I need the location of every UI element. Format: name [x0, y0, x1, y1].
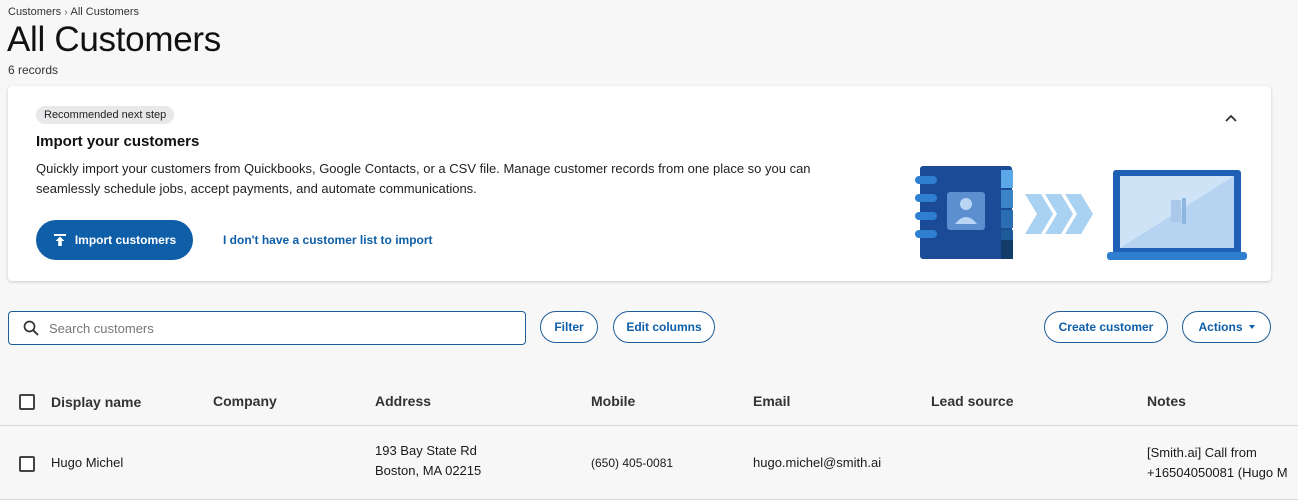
import-recommendation-card: Recommended next step Import your custom… [8, 86, 1271, 281]
card-title: Import your customers [36, 133, 200, 150]
notes-line-2: +16504050081 (Hugo M [1147, 465, 1288, 480]
customers-table: Display name Company Address Mobile Emai… [0, 376, 1298, 500]
caret-down-icon [1248, 325, 1255, 329]
cell-address: 193 Bay State Rd Boston, MA 02215 [375, 441, 481, 481]
collapse-button[interactable] [1221, 108, 1241, 128]
column-header-mobile[interactable]: Mobile [591, 393, 635, 409]
cell-notes: [Smith.ai] Call from +16504050081 (Hugo … [1147, 443, 1298, 483]
address-line-2: Boston, MA 02215 [375, 463, 482, 478]
chevron-up-icon [1225, 114, 1237, 122]
filter-button[interactable]: Filter [540, 311, 598, 343]
column-header-notes[interactable]: Notes [1147, 393, 1186, 409]
recommended-chip: Recommended next step [36, 106, 175, 124]
cell-display-name: Hugo Michel [51, 455, 124, 470]
search-icon [23, 320, 39, 336]
table-row[interactable]: Hugo Michel 193 Bay State Rd Boston, MA … [0, 426, 1298, 500]
import-illustration [915, 166, 1247, 260]
edit-columns-button[interactable]: Edit columns [613, 311, 715, 343]
cell-email: hugo.michel@smith.ai [753, 455, 882, 470]
search-input[interactable] [49, 320, 489, 336]
column-header-company[interactable]: Company [213, 393, 277, 409]
page-title: All Customers [7, 20, 221, 59]
column-header-address[interactable]: Address [375, 393, 431, 409]
breadcrumb: Customers › All Customers [8, 6, 139, 18]
notes-line-1: [Smith.ai] Call from [1147, 445, 1257, 460]
cell-mobile: (650) 405-0081 [591, 456, 674, 470]
column-header-display-name[interactable]: Display name [51, 394, 141, 410]
select-all-checkbox[interactable] [19, 394, 35, 410]
record-count: 6 records [8, 63, 59, 77]
breadcrumb-customers-link[interactable]: Customers [8, 6, 61, 18]
breadcrumb-separator: › [64, 6, 68, 18]
address-line-1: 193 Bay State Rd [375, 443, 477, 458]
no-customer-list-link[interactable]: I don't have a customer list to import [223, 233, 433, 247]
import-customers-label: Import customers [74, 233, 177, 247]
row-checkbox[interactable] [19, 456, 35, 472]
column-header-lead-source[interactable]: Lead source [931, 393, 1013, 409]
import-customers-button[interactable]: Import customers [36, 220, 193, 260]
upload-icon [53, 234, 66, 246]
actions-label: Actions [1198, 320, 1243, 334]
table-header: Display name Company Address Mobile Emai… [0, 376, 1298, 426]
card-description: Quickly import your customers from Quick… [36, 161, 811, 196]
column-header-email[interactable]: Email [753, 393, 790, 409]
search-field[interactable] [8, 311, 526, 345]
breadcrumb-current: All Customers [70, 6, 139, 18]
create-customer-button[interactable]: Create customer [1044, 311, 1168, 343]
actions-button[interactable]: Actions [1182, 311, 1271, 343]
